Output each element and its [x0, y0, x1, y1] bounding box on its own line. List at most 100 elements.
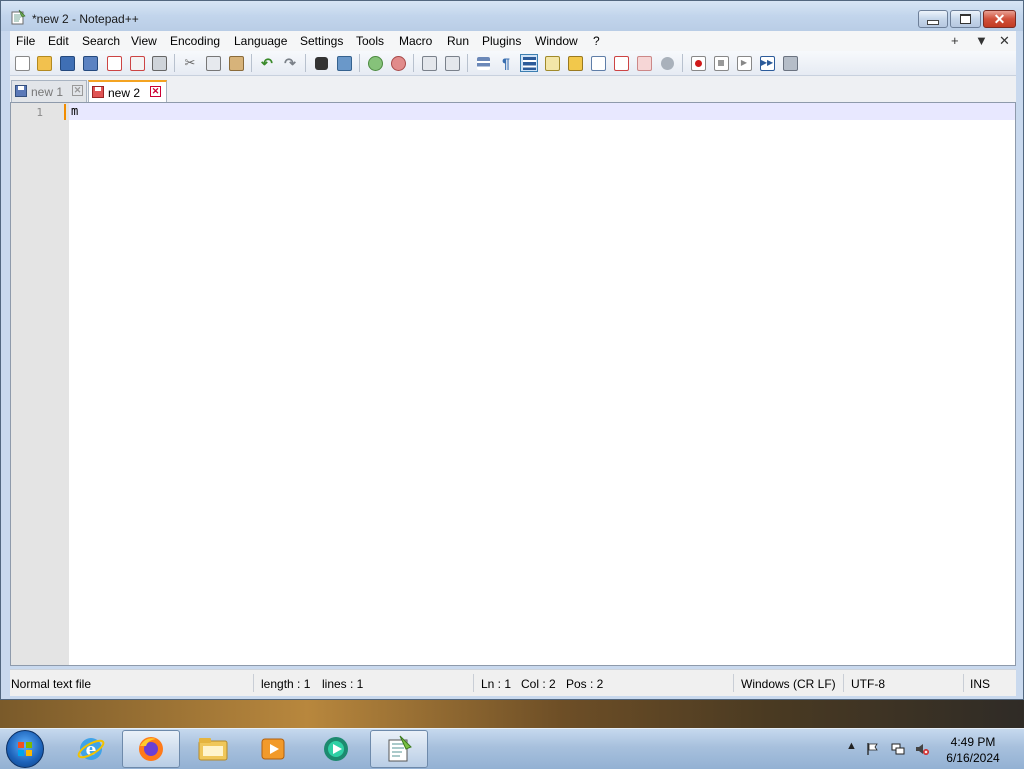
save-icon[interactable]: [58, 54, 76, 72]
notepad-plus-plus-app-icon: [11, 9, 26, 25]
paste-icon[interactable]: [227, 54, 245, 72]
menu-tools[interactable]: Tools: [356, 34, 384, 48]
taskbar-media-center[interactable]: [307, 730, 365, 768]
clock-date: 6/16/2024: [946, 751, 1000, 765]
status-eol-format[interactable]: Windows (CR LF): [741, 677, 836, 691]
zoom-in-icon[interactable]: [366, 54, 384, 72]
indent-guide-icon[interactable]: [520, 54, 538, 72]
menu-file[interactable]: File: [16, 34, 35, 48]
unsaved-file-icon: [92, 86, 104, 98]
comment-bubble-icon[interactable]: [658, 54, 676, 72]
new-tab-plus-button[interactable]: +: [951, 33, 959, 48]
system-clock[interactable]: 4:49 PM 6/16/2024: [940, 734, 1006, 766]
menu-plugins[interactable]: Plugins: [482, 34, 521, 48]
open-file-icon[interactable]: [35, 54, 53, 72]
toolbar-separator: [682, 54, 683, 72]
save-macro-icon[interactable]: [781, 54, 799, 72]
menu-encoding[interactable]: Encoding: [170, 34, 220, 48]
cut-icon[interactable]: ✂: [181, 54, 199, 72]
menu-run[interactable]: Run: [447, 34, 469, 48]
monitoring-icon[interactable]: [635, 54, 653, 72]
start-button[interactable]: [6, 730, 44, 768]
sync-vertical-icon[interactable]: [420, 54, 438, 72]
close-all-icon[interactable]: [128, 54, 146, 72]
status-insert-mode[interactable]: INS: [970, 677, 990, 691]
find-icon[interactable]: [312, 54, 330, 72]
record-macro-icon[interactable]: [689, 54, 707, 72]
change-history-marker: [64, 104, 66, 120]
window-title: *new 2 - Notepad++: [32, 12, 139, 26]
status-separator: [733, 674, 734, 692]
folder-as-workspace-icon[interactable]: [612, 54, 630, 72]
play-macro-icon[interactable]: ▶: [735, 54, 753, 72]
print-icon[interactable]: [150, 54, 168, 72]
taskbar-media-player[interactable]: [244, 730, 302, 768]
function-list-icon[interactable]: [589, 54, 607, 72]
show-all-characters-icon[interactable]: ¶: [497, 54, 515, 72]
document-map-icon[interactable]: [566, 54, 584, 72]
maximize-button[interactable]: [950, 10, 981, 28]
menu-view[interactable]: View: [131, 34, 157, 48]
saved-file-icon: [15, 85, 27, 97]
status-separator: [253, 674, 254, 692]
close-window-button[interactable]: ✕: [983, 10, 1016, 28]
stop-macro-icon[interactable]: [712, 54, 730, 72]
action-center-flag-icon[interactable]: [866, 742, 880, 756]
tab-close-icon[interactable]: ✕: [150, 86, 161, 97]
notepad-plus-plus-icon: [388, 735, 412, 762]
menu-help[interactable]: ?: [593, 34, 600, 48]
menu-language[interactable]: Language: [234, 34, 287, 48]
taskbar-file-explorer[interactable]: [184, 730, 242, 768]
status-line-number: Ln : 1: [481, 677, 512, 691]
menu-macro[interactable]: Macro: [399, 34, 432, 48]
undo-icon[interactable]: ↶: [258, 54, 276, 72]
close-icon: ✕: [993, 11, 1006, 27]
tab-label: new 1: [31, 85, 64, 99]
close-document-button[interactable]: ✕: [999, 33, 1010, 49]
firefox-icon: [139, 737, 163, 761]
zoom-out-icon[interactable]: [389, 54, 407, 72]
current-line-highlight: [69, 103, 1015, 120]
status-encoding[interactable]: UTF-8: [851, 677, 885, 691]
menu-search[interactable]: Search: [82, 34, 120, 48]
text-editor[interactable]: 1 m: [10, 102, 1016, 666]
status-separator: [963, 674, 964, 692]
taskbar-internet-explorer[interactable]: e: [62, 730, 120, 768]
copy-icon[interactable]: [204, 54, 222, 72]
title-bar[interactable]: *new 2 - Notepad++ ✕: [1, 1, 1023, 31]
sync-horizontal-icon[interactable]: [443, 54, 461, 72]
status-bar: Normal text file length : 1 lines : 1 Ln…: [10, 669, 1016, 696]
status-length: length : 1: [261, 677, 311, 691]
menu-edit[interactable]: Edit: [48, 34, 69, 48]
taskbar: e ▲ 4:49 PM 6/16/2024: [0, 728, 1024, 769]
user-defined-language-icon[interactable]: [543, 54, 561, 72]
replace-icon[interactable]: [335, 54, 353, 72]
close-file-icon[interactable]: [105, 54, 123, 72]
editor-text[interactable]: m: [71, 104, 78, 118]
tab-list-dropdown-button[interactable]: ▼: [975, 33, 988, 48]
toolbar-separator: [174, 54, 175, 72]
show-hidden-icons-button[interactable]: ▲: [846, 740, 860, 754]
line-number: 1: [36, 106, 43, 119]
menu-settings[interactable]: Settings: [300, 34, 343, 48]
word-wrap-icon[interactable]: [474, 54, 492, 72]
volume-muted-icon[interactable]: [915, 742, 929, 756]
toolbar: ✂ ↶ ↷ ¶ ▶ ▶▶: [10, 51, 1016, 76]
menu-window[interactable]: Window: [535, 34, 578, 48]
save-all-icon[interactable]: [81, 54, 99, 72]
tab-new-1[interactable]: new 1 ✕: [11, 80, 87, 102]
media-center-icon: [324, 737, 348, 761]
taskbar-notepad-plus-plus[interactable]: [370, 730, 428, 768]
redo-icon[interactable]: ↷: [281, 54, 299, 72]
minimize-button[interactable]: [918, 10, 948, 28]
tab-new-2[interactable]: new 2 ✕: [88, 80, 167, 102]
tab-close-icon[interactable]: ✕: [72, 85, 83, 96]
toolbar-separator: [359, 54, 360, 72]
run-macro-multiple-icon[interactable]: ▶▶: [758, 54, 776, 72]
status-separator: [473, 674, 474, 692]
desktop-wallpaper: [0, 700, 1024, 728]
new-file-icon[interactable]: [13, 54, 31, 72]
taskbar-firefox[interactable]: [122, 730, 180, 768]
toolbar-separator: [413, 54, 414, 72]
network-icon[interactable]: [891, 742, 905, 756]
